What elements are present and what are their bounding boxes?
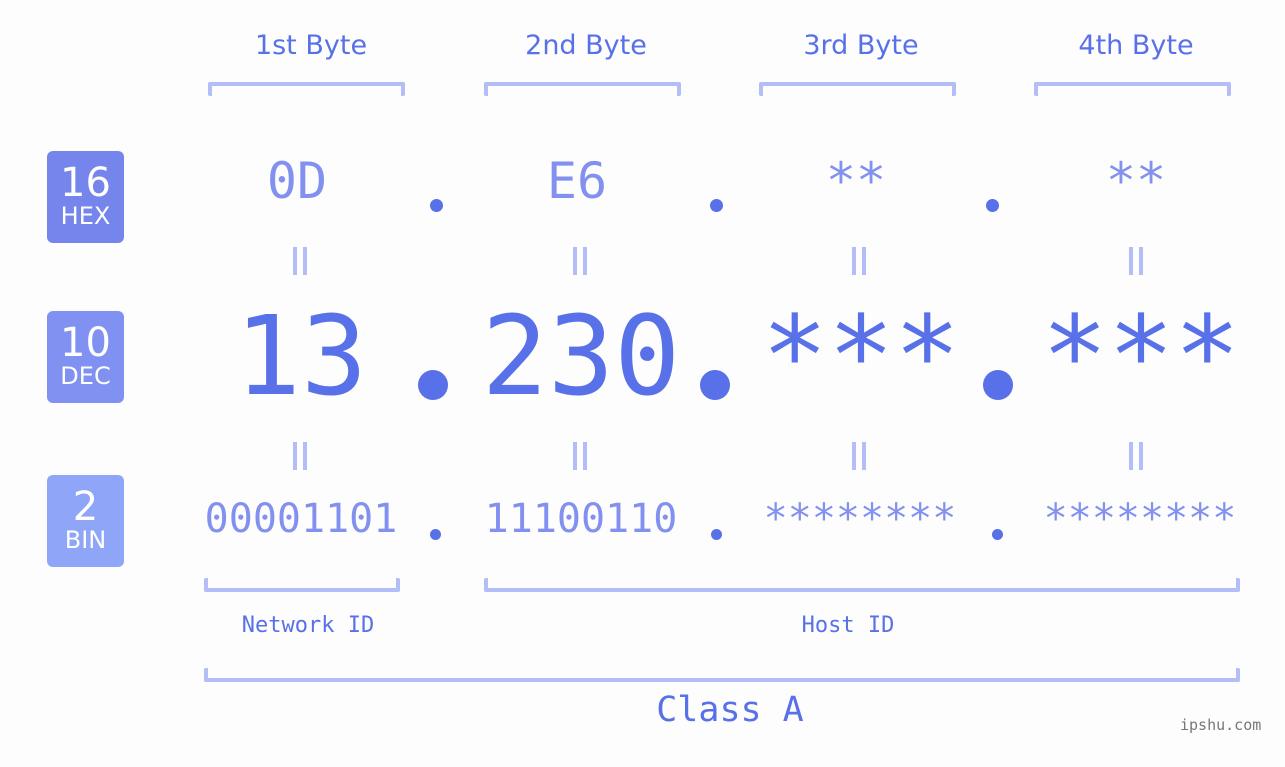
dec-badge: 10 DEC (47, 311, 124, 403)
bin-byte-3: ******** (763, 496, 957, 542)
equals-icon (293, 442, 307, 470)
byte-bracket-3 (759, 82, 956, 96)
byte-header-4: 4th Byte (1078, 30, 1194, 61)
host-id-label: Host ID (801, 613, 895, 638)
hex-dot-2 (710, 199, 723, 212)
hex-byte-1: 0D (266, 152, 328, 210)
byte-bracket-1 (208, 82, 405, 96)
dec-byte-4: *** (1041, 292, 1241, 420)
byte-bracket-4 (1034, 82, 1231, 96)
bin-badge-number: 2 (72, 484, 99, 530)
byte-header-3: 3rd Byte (803, 30, 919, 61)
dec-dot-3 (983, 370, 1013, 400)
equals-icon (573, 247, 587, 275)
dec-byte-2: 230 (481, 292, 681, 420)
equals-icon (573, 442, 587, 470)
dec-byte-3: *** (761, 292, 961, 420)
byte-bracket-2 (484, 82, 681, 96)
bin-byte-4: ******** (1043, 496, 1237, 542)
hex-badge: 16 HEX (47, 151, 124, 243)
equals-icon (1129, 442, 1143, 470)
host-id-bracket (484, 578, 1240, 592)
byte-header-2: 2nd Byte (525, 30, 647, 61)
network-id-label: Network ID (241, 613, 375, 638)
dec-badge-label: DEC (60, 362, 111, 390)
dec-byte-1: 13 (234, 292, 368, 420)
class-label: Class A (656, 690, 804, 730)
dec-dot-2 (700, 370, 730, 400)
network-id-bracket (204, 578, 400, 592)
bin-badge-label: BIN (64, 526, 107, 554)
bin-byte-2: 11100110 (484, 496, 678, 542)
hex-badge-label: HEX (60, 202, 111, 230)
equals-icon (852, 442, 866, 470)
hex-badge-number: 16 (60, 160, 111, 206)
bin-dot-1 (430, 529, 441, 540)
hex-dot-3 (986, 199, 999, 212)
bin-badge: 2 BIN (47, 475, 124, 567)
hex-byte-3: ** (825, 152, 887, 210)
byte-header-1: 1st Byte (254, 30, 368, 61)
equals-icon (293, 247, 307, 275)
dec-dot-1 (418, 370, 448, 400)
watermark: ipshu.com (1180, 716, 1262, 734)
hex-byte-4: ** (1105, 152, 1167, 210)
bin-dot-2 (711, 529, 722, 540)
hex-dot-1 (430, 199, 443, 212)
dec-badge-number: 10 (60, 320, 111, 366)
class-bracket (204, 668, 1240, 682)
bin-dot-3 (992, 529, 1003, 540)
equals-icon (1129, 247, 1143, 275)
hex-byte-2: E6 (546, 152, 608, 210)
equals-icon (852, 247, 866, 275)
bin-byte-1: 00001101 (204, 496, 398, 542)
